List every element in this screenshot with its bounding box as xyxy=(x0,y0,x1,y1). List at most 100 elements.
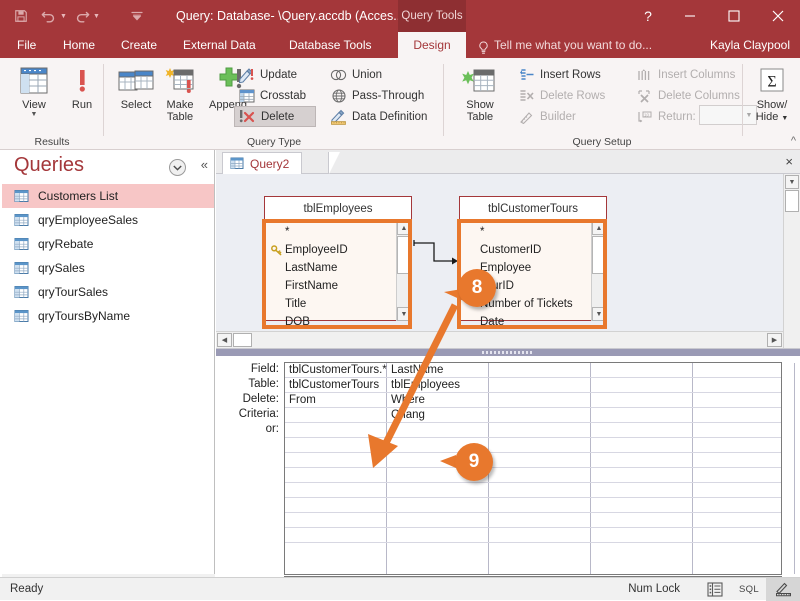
document-tab-strip: Query2 × xyxy=(216,150,800,174)
nav-item-qrysales[interactable]: qrySales xyxy=(2,256,214,280)
contextual-tab-group-query-tools: Query Tools xyxy=(398,0,466,32)
query-icon xyxy=(14,213,30,227)
grid-row xyxy=(285,513,781,528)
pass-through-query-icon xyxy=(330,87,347,104)
restore-button[interactable] xyxy=(712,0,756,32)
nav-item-label: qrySales xyxy=(38,261,85,275)
user-account-name[interactable]: Kayla Claypool xyxy=(710,32,790,58)
sql-view-button[interactable]: SQL xyxy=(732,578,766,601)
scroll-right-icon[interactable]: ▶ xyxy=(767,333,782,347)
close-document-icon[interactable]: × xyxy=(785,154,793,169)
insert-rows-button[interactable]: Insert Rows xyxy=(514,64,605,85)
builder-icon xyxy=(518,108,535,125)
tell-me-label: Tell me what you want to do... xyxy=(494,32,652,58)
grid-row xyxy=(285,438,781,453)
delete-rows-label: Delete Rows xyxy=(540,90,605,102)
customize-qat-icon[interactable] xyxy=(124,3,150,29)
status-message: Ready xyxy=(10,583,43,595)
tell-me-box[interactable]: Tell me what you want to do... xyxy=(478,32,652,58)
pass-through-query-button[interactable]: Pass-Through xyxy=(326,85,428,106)
grid-cell-field[interactable]: LastName xyxy=(387,363,489,378)
nav-item-label: qryRebate xyxy=(38,237,93,251)
table-box-title[interactable]: tblEmployees xyxy=(265,197,411,221)
design-view-button[interactable] xyxy=(766,578,800,601)
document-tab-query2[interactable]: Query2 xyxy=(222,152,302,174)
grid-cell-or[interactable] xyxy=(387,423,489,438)
nav-item-qryrebate[interactable]: qryRebate xyxy=(2,232,214,256)
tab-database-tools[interactable]: Database Tools xyxy=(278,32,383,58)
run-button[interactable]: Run xyxy=(56,62,108,111)
tab-external-data[interactable]: External Data xyxy=(172,32,267,58)
data-definition-query-button[interactable]: Data Definition xyxy=(326,106,431,127)
show-table-button[interactable]: ShowTable xyxy=(452,62,508,123)
save-icon[interactable] xyxy=(8,3,34,29)
datasheet-view-button[interactable] xyxy=(698,578,732,601)
crosstab-query-button[interactable]: Crosstab xyxy=(234,85,310,106)
nav-item-qryemployeesales[interactable]: qryEmployeeSales xyxy=(2,208,214,232)
chevron-down-icon[interactable]: ▼ xyxy=(8,111,60,118)
grid-cell-field[interactable]: tblCustomerTours.* xyxy=(285,363,387,378)
table-box-title[interactable]: tblCustomerTours xyxy=(460,197,606,221)
grid-table[interactable]: tblCustomerTours.* tblCustomerTours From… xyxy=(284,362,782,575)
diagram-horizontal-scrollbar[interactable]: ◀ ▶ xyxy=(216,331,783,348)
make-table-button[interactable]: MakeTable xyxy=(154,62,206,123)
ribbon-group-results-label: Results xyxy=(0,136,104,148)
callout-badge-9: 9 xyxy=(455,443,493,481)
grid-cell-or[interactable] xyxy=(285,423,387,438)
delete-columns-icon xyxy=(636,87,653,104)
nav-item-label: qryToursByName xyxy=(38,309,130,323)
status-bar-right: Num Lock SQL xyxy=(628,578,800,601)
document-tab-label: Query2 xyxy=(250,157,289,171)
return-rows-icon: 10 xyxy=(636,108,653,125)
ribbon-group-results: View ▼ Run Results xyxy=(0,58,104,150)
scrollbar-thumb[interactable] xyxy=(233,333,252,347)
union-query-button[interactable]: Union xyxy=(326,64,386,85)
tab-home[interactable]: Home xyxy=(52,32,106,58)
pane-splitter[interactable] xyxy=(216,349,800,356)
double-chevron-left-icon[interactable]: « xyxy=(201,157,208,172)
show-table-icon xyxy=(452,62,508,96)
collapse-ribbon-icon[interactable]: ^ xyxy=(791,135,796,147)
crosstab-query-icon xyxy=(238,87,255,104)
nav-item-qrytoursales[interactable]: qryTourSales xyxy=(2,280,214,304)
minimize-button[interactable] xyxy=(668,0,712,32)
grid-cell-delete[interactable]: From xyxy=(285,393,387,408)
lightbulb-icon xyxy=(478,38,489,52)
scroll-down-icon[interactable]: ▼ xyxy=(785,175,799,189)
scroll-left-icon[interactable]: ◀ xyxy=(217,333,232,347)
tab-design[interactable]: Design xyxy=(398,32,466,58)
view-button[interactable]: View ▼ xyxy=(8,62,60,118)
tab-file[interactable]: File xyxy=(6,32,47,58)
builder-label: Builder xyxy=(540,111,576,123)
redo-icon[interactable] xyxy=(69,3,95,29)
grid-cell-table[interactable]: tblCustomerTours xyxy=(285,378,387,393)
redo-dropdown-icon[interactable]: ▼ xyxy=(93,13,100,20)
builder-button: Builder xyxy=(514,106,580,127)
delete-query-button[interactable]: Delete xyxy=(234,106,316,127)
grid-cell-criteria[interactable] xyxy=(285,408,387,423)
undo-icon[interactable] xyxy=(36,3,62,29)
window-title: Query: Database- \Query.accdb (Acces... xyxy=(176,0,404,32)
show-hide-label: Show/Hide ▼ xyxy=(746,99,798,125)
diagram-vertical-scrollbar[interactable]: ▲ ▼ xyxy=(783,174,800,348)
crosstab-query-label: Crosstab xyxy=(260,90,306,102)
grid-cell-table[interactable]: tblEmployees xyxy=(387,378,489,393)
nav-item-qrytoursbyname[interactable]: qryToursByName xyxy=(2,304,214,328)
query-icon xyxy=(230,157,245,170)
help-button[interactable]: ? xyxy=(628,0,668,32)
join-line[interactable] xyxy=(412,236,462,276)
union-query-icon xyxy=(330,66,347,83)
chevron-down-circle-icon[interactable] xyxy=(169,159,186,176)
undo-dropdown-icon[interactable]: ▼ xyxy=(60,13,67,20)
update-query-button[interactable]: Update xyxy=(234,64,301,85)
delete-columns-button: Delete Columns xyxy=(632,85,744,106)
tab-create[interactable]: Create xyxy=(110,32,168,58)
scrollbar-thumb[interactable] xyxy=(785,190,799,212)
grid-cell-criteria[interactable]: Chang xyxy=(387,408,489,423)
close-button[interactable] xyxy=(756,0,800,32)
ribbon: View ▼ Run Results xyxy=(0,58,800,150)
nav-item-customers-list[interactable]: Customers List xyxy=(2,184,214,208)
totals-show-hide-button[interactable]: Σ Show/Hide ▼ xyxy=(746,62,798,125)
tab-slant-decoration xyxy=(328,152,340,174)
grid-cell-delete[interactable]: Where xyxy=(387,393,489,408)
